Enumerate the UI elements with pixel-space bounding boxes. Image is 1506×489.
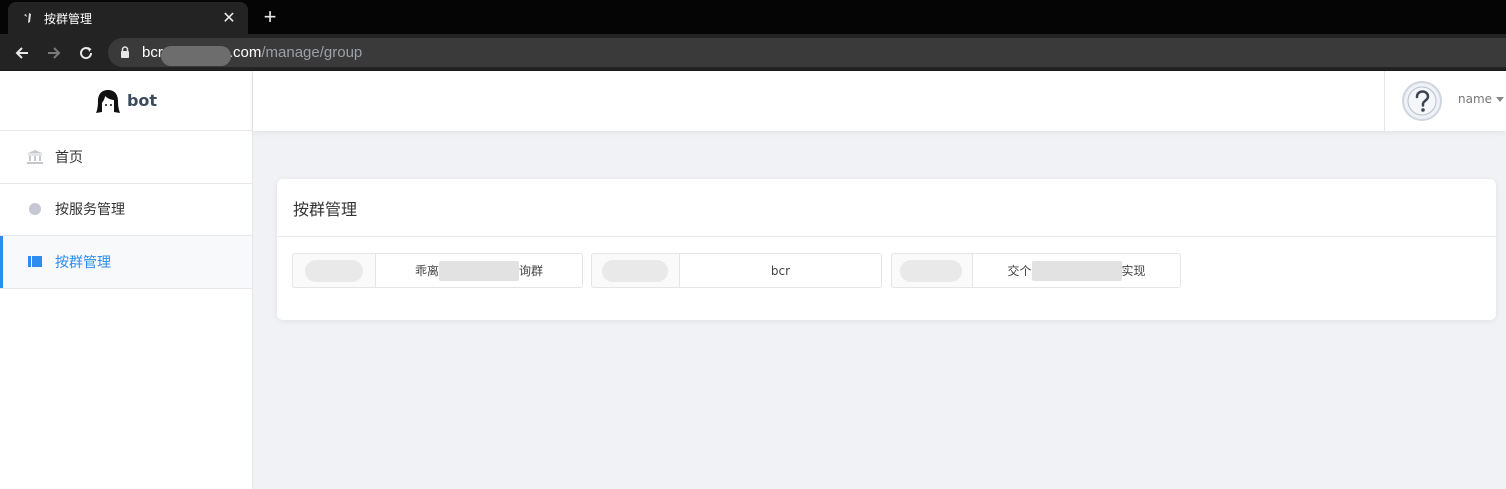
- sidebar: bot 首页 按服务管理 按群管理: [0, 71, 253, 489]
- sidebar-item-service[interactable]: 按服务管理: [0, 184, 252, 236]
- redacted-group-id: [305, 260, 363, 282]
- user-name[interactable]: name: [1458, 92, 1492, 106]
- redacted-group-name: [439, 260, 519, 281]
- sidebar-item-label: 首页: [55, 149, 83, 166]
- group-item[interactable]: bcr: [591, 253, 882, 288]
- redacted-group-id: [900, 260, 962, 282]
- group-id: [891, 253, 973, 288]
- browser-toolbar: bcr .com /manage/group: [0, 34, 1506, 71]
- url-tld: .com: [228, 44, 262, 61]
- group-list: 乖离 询群 bcr 交个 实现: [292, 253, 1492, 288]
- circle-icon: [27, 201, 43, 217]
- group-item[interactable]: 乖离 询群: [292, 253, 583, 288]
- new-tab-icon[interactable]: +: [258, 4, 282, 29]
- bank-icon: [27, 149, 43, 165]
- redacted-url-part: [160, 45, 231, 66]
- brand-logo-icon: [95, 89, 120, 113]
- address-bar[interactable]: bcr .com /manage/group: [108, 38, 1506, 67]
- redacted-group-name: [1031, 260, 1122, 281]
- header-divider: [1384, 71, 1385, 131]
- redacted-group-id: [602, 260, 668, 282]
- sidebar-item-label: 按服务管理: [55, 202, 125, 219]
- sidebar-item-group[interactable]: 按群管理: [0, 236, 252, 289]
- lock-icon: [120, 46, 132, 60]
- forward-icon[interactable]: [41, 40, 67, 66]
- url-host: bcr: [142, 44, 163, 61]
- group-card: 按群管理 乖离 询群 bcr 交个 实现: [277, 179, 1496, 320]
- sidebar-item-home[interactable]: 首页: [0, 131, 252, 184]
- close-tab-icon[interactable]: ✕: [220, 9, 238, 27]
- browser-tab-strip: 按群管理 ✕ +: [0, 0, 1506, 34]
- favicon-icon: [20, 10, 36, 26]
- question-mark-icon: [1407, 86, 1437, 116]
- brand-name: bot: [126, 91, 158, 110]
- group-id: [591, 253, 680, 288]
- top-header: name: [253, 71, 1506, 131]
- tab-title: 按群管理: [44, 11, 93, 26]
- group-item[interactable]: 交个 实现: [891, 253, 1181, 288]
- back-icon[interactable]: [9, 40, 35, 66]
- card-title: 按群管理: [277, 179, 1496, 237]
- app: bot 首页 按服务管理 按群管理 name 按群管理 乖离 询群 bcr 交个…: [0, 71, 1506, 489]
- avatar[interactable]: [1402, 81, 1442, 121]
- group-id: [292, 253, 376, 288]
- brand[interactable]: bot: [0, 71, 252, 131]
- sidebar-item-label: 按群管理: [55, 254, 111, 271]
- book-icon: [27, 254, 43, 270]
- group-name[interactable]: 乖离 询群: [376, 253, 583, 288]
- group-name[interactable]: bcr: [680, 253, 882, 288]
- group-name[interactable]: 交个 实现: [973, 253, 1181, 288]
- browser-tab[interactable]: 按群管理 ✕: [8, 2, 248, 34]
- reload-icon[interactable]: [73, 40, 99, 66]
- url-path: /manage/group: [261, 44, 363, 61]
- chevron-down-icon[interactable]: [1496, 97, 1504, 102]
